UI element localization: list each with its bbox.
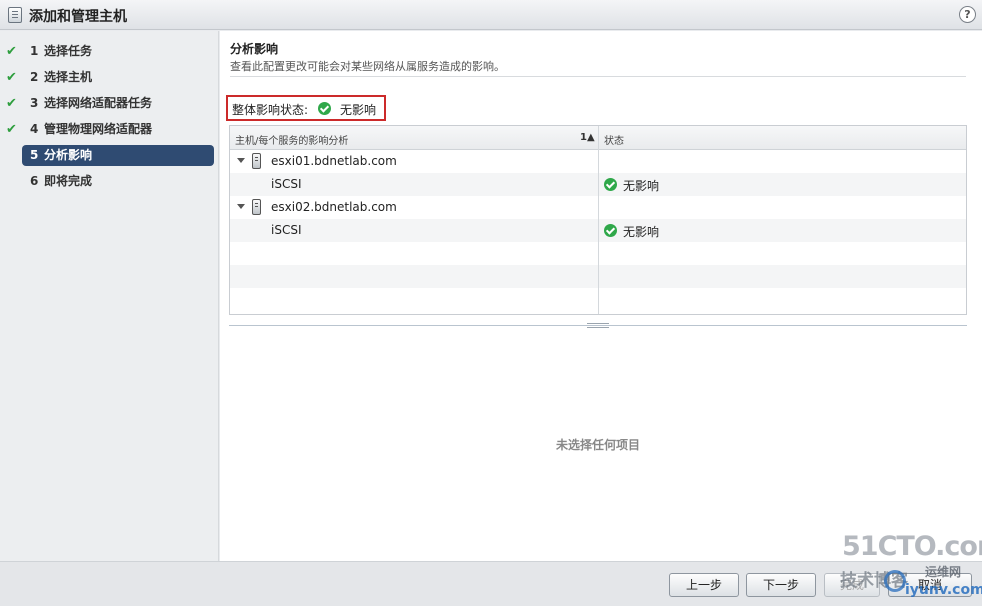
help-icon[interactable]: ? — [959, 6, 976, 23]
step-select-hosts[interactable]: ✔ 2 选择主机 — [6, 67, 214, 88]
overall-impact-status: 整体影响状态: 无影响 — [226, 95, 386, 121]
next-button[interactable]: 下一步 — [746, 573, 816, 597]
divider — [230, 76, 966, 77]
back-button[interactable]: 上一步 — [669, 573, 739, 597]
wizard-steps: ✔ 1 选择任务 ✔ 2 选择主机 ✔ 3 选择网络适配器任务 ✔ 4 管理物理… — [0, 31, 219, 561]
title-bar: 添加和管理主机 ? — [0, 0, 982, 30]
step-label: 选择网络适配器任务 — [44, 96, 153, 110]
splitter-grip-handle[interactable] — [587, 323, 609, 328]
expand-toggle-icon[interactable] — [237, 204, 245, 209]
ok-status-icon — [318, 102, 331, 115]
page-description: 查看此配置更改可能会对某些网络从属服务造成的影响。 — [230, 60, 505, 73]
check-icon: ✔ — [6, 96, 17, 111]
service-name: iSCSI — [271, 223, 302, 237]
column-divider — [598, 126, 599, 314]
watermark-51cto: 51CTO.com — [842, 531, 982, 562]
overall-impact-label: 整体影响状态: — [232, 103, 309, 117]
step-manage-physical-adapters[interactable]: ✔ 4 管理物理网络适配器 — [6, 119, 214, 140]
service-status: 无影响 — [623, 225, 660, 239]
host-icon — [252, 153, 261, 169]
host-name: esxi02.bdnetlab.com — [271, 200, 397, 214]
step-select-adapter-tasks[interactable]: ✔ 3 选择网络适配器任务 — [6, 93, 214, 114]
check-icon: ✔ — [6, 122, 17, 137]
service-name: iSCSI — [271, 177, 302, 191]
step-number: 3 — [30, 96, 39, 110]
step-analyze-impact[interactable]: 5 分析影响 — [22, 145, 214, 166]
step-label: 分析影响 — [44, 148, 93, 162]
impact-grid: 主机/每个服务的影响分析 1▲ 状态 esxi01.bdnetlab.com i… — [229, 125, 967, 315]
check-icon: ✔ — [6, 44, 17, 59]
main-panel: 分析影响 查看此配置更改可能会对某些网络从属服务造成的影响。 整体影响状态: 无… — [220, 31, 982, 561]
step-ready-to-complete[interactable]: 6 即将完成 — [22, 171, 214, 192]
ok-status-icon — [604, 178, 617, 191]
ok-status-icon — [604, 224, 617, 237]
no-selection-message: 未选择任何项目 — [555, 438, 640, 452]
column-header-status[interactable]: 状态 — [604, 132, 624, 147]
column-header-host-service[interactable]: 主机/每个服务的影响分析 — [235, 132, 348, 147]
host-name: esxi01.bdnetlab.com — [271, 154, 397, 168]
watermark-iyunv: iyunv.com — [905, 582, 982, 598]
check-icon: ✔ — [6, 70, 17, 85]
step-number: 1 — [30, 44, 39, 58]
step-label: 选择主机 — [44, 70, 93, 84]
watermark-ops-net: 运维网 — [925, 565, 962, 579]
step-number: 5 — [30, 148, 39, 162]
watermark-globe-icon — [884, 570, 906, 592]
window-title: 添加和管理主机 — [29, 9, 127, 25]
step-select-task[interactable]: ✔ 1 选择任务 — [6, 41, 214, 62]
step-number: 6 — [30, 174, 39, 188]
sort-indicator[interactable]: 1▲ — [580, 132, 595, 143]
step-label: 选择任务 — [44, 44, 93, 58]
step-number: 2 — [30, 70, 39, 84]
step-label: 管理物理网络适配器 — [44, 122, 153, 136]
expand-toggle-icon[interactable] — [237, 158, 245, 163]
page-title: 分析影响 — [230, 42, 279, 56]
step-label: 即将完成 — [44, 174, 93, 188]
step-number: 4 — [30, 122, 39, 136]
wizard-footer: 上一步 下一步 完成 取消 — [0, 561, 982, 606]
overall-impact-value: 无影响 — [340, 103, 377, 117]
host-management-icon — [8, 7, 22, 23]
service-status: 无影响 — [623, 179, 660, 193]
host-icon — [252, 199, 261, 215]
